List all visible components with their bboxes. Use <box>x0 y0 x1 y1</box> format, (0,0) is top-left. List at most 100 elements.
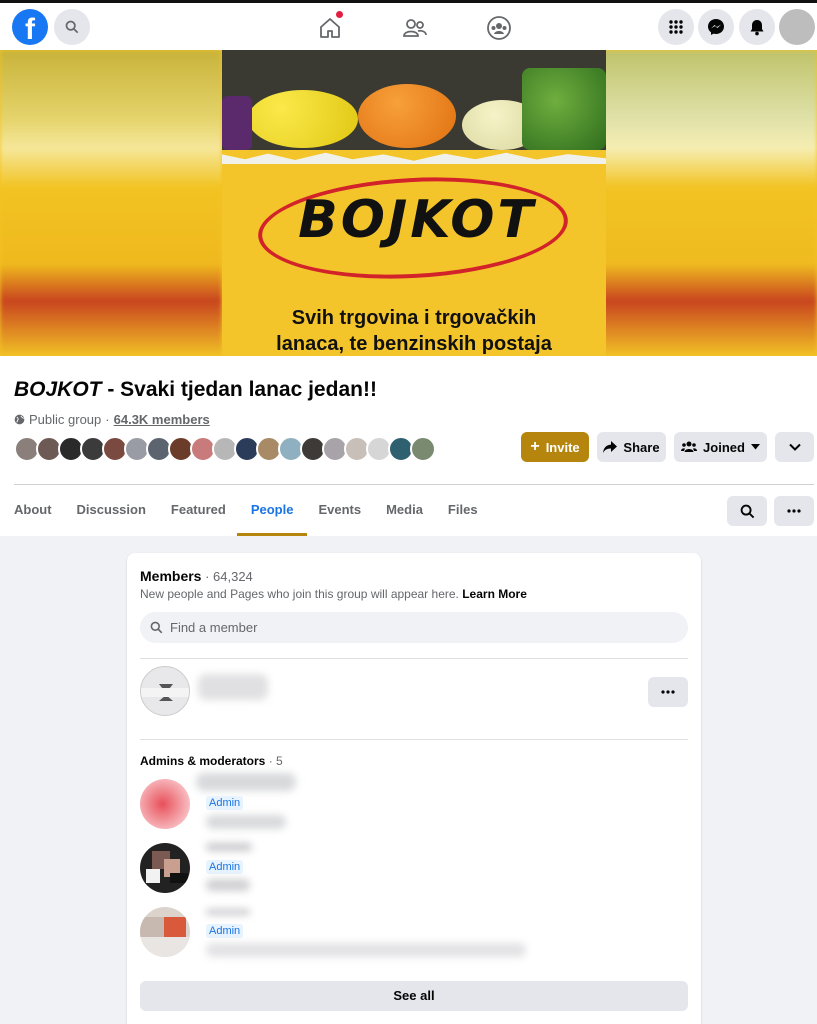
admin-badge: Admin <box>206 860 244 874</box>
cover-subtitle: Svih trgovina i trgovačkih lanaca, te be… <box>222 305 606 356</box>
admins-count: · 5 <box>265 754 283 768</box>
redacted-info <box>206 815 286 829</box>
cover-blur-left <box>0 50 222 356</box>
member-facepile-avatar <box>410 436 436 462</box>
group-cover-photo: BOJKOT Svih trgovina i trgovačkih lanaca… <box>0 50 817 356</box>
members-title: Members <box>140 568 202 584</box>
top-navigation-bar: f <box>0 0 817 50</box>
avatar <box>140 843 190 893</box>
redacted-name <box>206 909 250 915</box>
member-avatar-stack[interactable] <box>14 436 436 462</box>
learn-more-link[interactable]: Learn More <box>462 587 527 601</box>
menu-button[interactable] <box>658 9 694 45</box>
header-divider <box>14 484 814 485</box>
cover-blur-right <box>595 50 817 356</box>
list-item[interactable]: Admin <box>140 843 688 895</box>
invite-button-label: Invite <box>545 439 580 455</box>
card-divider <box>140 739 688 740</box>
tabs-more-button[interactable] <box>774 496 814 526</box>
notifications-button[interactable] <box>739 9 775 45</box>
facebook-logo-icon[interactable]: f <box>12 9 48 45</box>
globe-icon <box>14 414 25 425</box>
search-button[interactable] <box>54 9 90 45</box>
list-item[interactable]: Admin <box>140 907 688 959</box>
avatar <box>140 779 190 829</box>
list-item[interactable]: Admin <box>140 773 688 831</box>
tab-discussion[interactable]: Discussion <box>77 486 146 536</box>
tab-files[interactable]: Files <box>448 486 478 536</box>
admins-title: Admins & moderators <box>140 754 266 768</box>
tab-featured[interactable]: Featured <box>171 486 226 536</box>
tab-people[interactable]: People <box>236 486 307 536</box>
chevron-down-icon <box>788 443 801 451</box>
share-button-label: Share <box>623 439 660 455</box>
redacted-name <box>206 843 252 851</box>
messenger-icon <box>708 19 724 35</box>
group-title-rest: - Svaki tjedan lanac jedan!! <box>101 378 377 401</box>
avatar <box>140 907 190 957</box>
redacted-name <box>198 674 268 700</box>
redacted-info <box>206 943 526 957</box>
home-icon <box>320 18 340 38</box>
card-divider <box>140 658 688 659</box>
share-button[interactable]: Share <box>597 432 666 462</box>
find-member-placeholder: Find a member <box>170 620 258 635</box>
messenger-button[interactable] <box>698 9 734 45</box>
torn-paper-edge <box>222 152 606 164</box>
groups-tab[interactable] <box>484 13 514 43</box>
produce-shelf-photo <box>222 50 606 150</box>
meta-separator: · <box>105 412 110 427</box>
members-count-link[interactable]: 64.3K members <box>114 412 210 427</box>
friends-icon <box>403 19 427 37</box>
search-icon <box>65 20 79 34</box>
groups-icon <box>487 16 511 40</box>
joined-button-label: Joined <box>703 439 745 455</box>
list-item[interactable] <box>140 666 688 718</box>
members-description: New people and Pages who join this group… <box>140 587 527 601</box>
tab-events[interactable]: Events <box>318 486 361 536</box>
more-dots-icon <box>661 690 675 694</box>
tab-about[interactable]: About <box>14 486 52 536</box>
plus-icon: + <box>530 438 540 455</box>
joined-people-icon <box>681 441 698 452</box>
caret-down-icon <box>750 444 760 450</box>
privacy-label: Public group <box>29 412 102 427</box>
find-member-input[interactable]: Find a member <box>140 612 688 643</box>
cover-headline: BOJKOT <box>298 190 536 250</box>
group-title-brand: BOJKOT <box>14 378 102 401</box>
search-icon <box>150 621 163 634</box>
group-meta: Public group · 64.3K members <box>14 412 210 427</box>
admin-badge: Admin <box>206 796 244 810</box>
notification-dot <box>336 11 343 18</box>
members-heading: Members · 64,324 <box>140 568 253 584</box>
group-header: BOJKOT - Svaki tjedan lanac jedan!! Publ… <box>0 356 817 536</box>
notifications-icon <box>750 19 764 35</box>
avatar <box>140 666 190 716</box>
redacted-info <box>206 879 250 891</box>
group-search-button[interactable] <box>727 496 767 526</box>
see-all-button[interactable]: See all <box>140 981 688 1011</box>
cover-subtitle-line-2: lanaca, te benzinskih postaja <box>276 333 552 355</box>
admins-heading: Admins & moderators · 5 <box>140 754 283 768</box>
home-tab[interactable] <box>315 11 345 43</box>
members-total: · 64,324 <box>201 569 253 584</box>
member-options-button[interactable] <box>648 677 688 707</box>
cover-subtitle-line-1: Svih trgovina i trgovačkih <box>291 307 537 329</box>
redacted-name <box>196 773 296 791</box>
members-card: Members · 64,324 New people and Pages wh… <box>127 553 701 1024</box>
apps-grid-icon <box>669 20 683 34</box>
members-description-text: New people and Pages who join this group… <box>140 587 459 601</box>
group-tabs: About Discussion Featured People Events … <box>14 486 503 536</box>
more-dots-icon <box>787 509 801 513</box>
friends-tab[interactable] <box>400 13 430 43</box>
joined-button[interactable]: Joined <box>674 432 767 462</box>
tab-media[interactable]: Media <box>386 486 423 536</box>
group-title[interactable]: BOJKOT - Svaki tjedan lanac jedan!! <box>14 378 377 402</box>
cover-image: BOJKOT Svih trgovina i trgovačkih lanaca… <box>222 50 606 356</box>
profile-avatar[interactable] <box>779 9 815 45</box>
admin-badge: Admin <box>206 924 244 938</box>
share-arrow-icon <box>603 441 618 453</box>
invite-button[interactable]: + Invite <box>521 432 589 462</box>
search-icon <box>740 504 754 518</box>
group-options-button[interactable] <box>775 432 814 462</box>
